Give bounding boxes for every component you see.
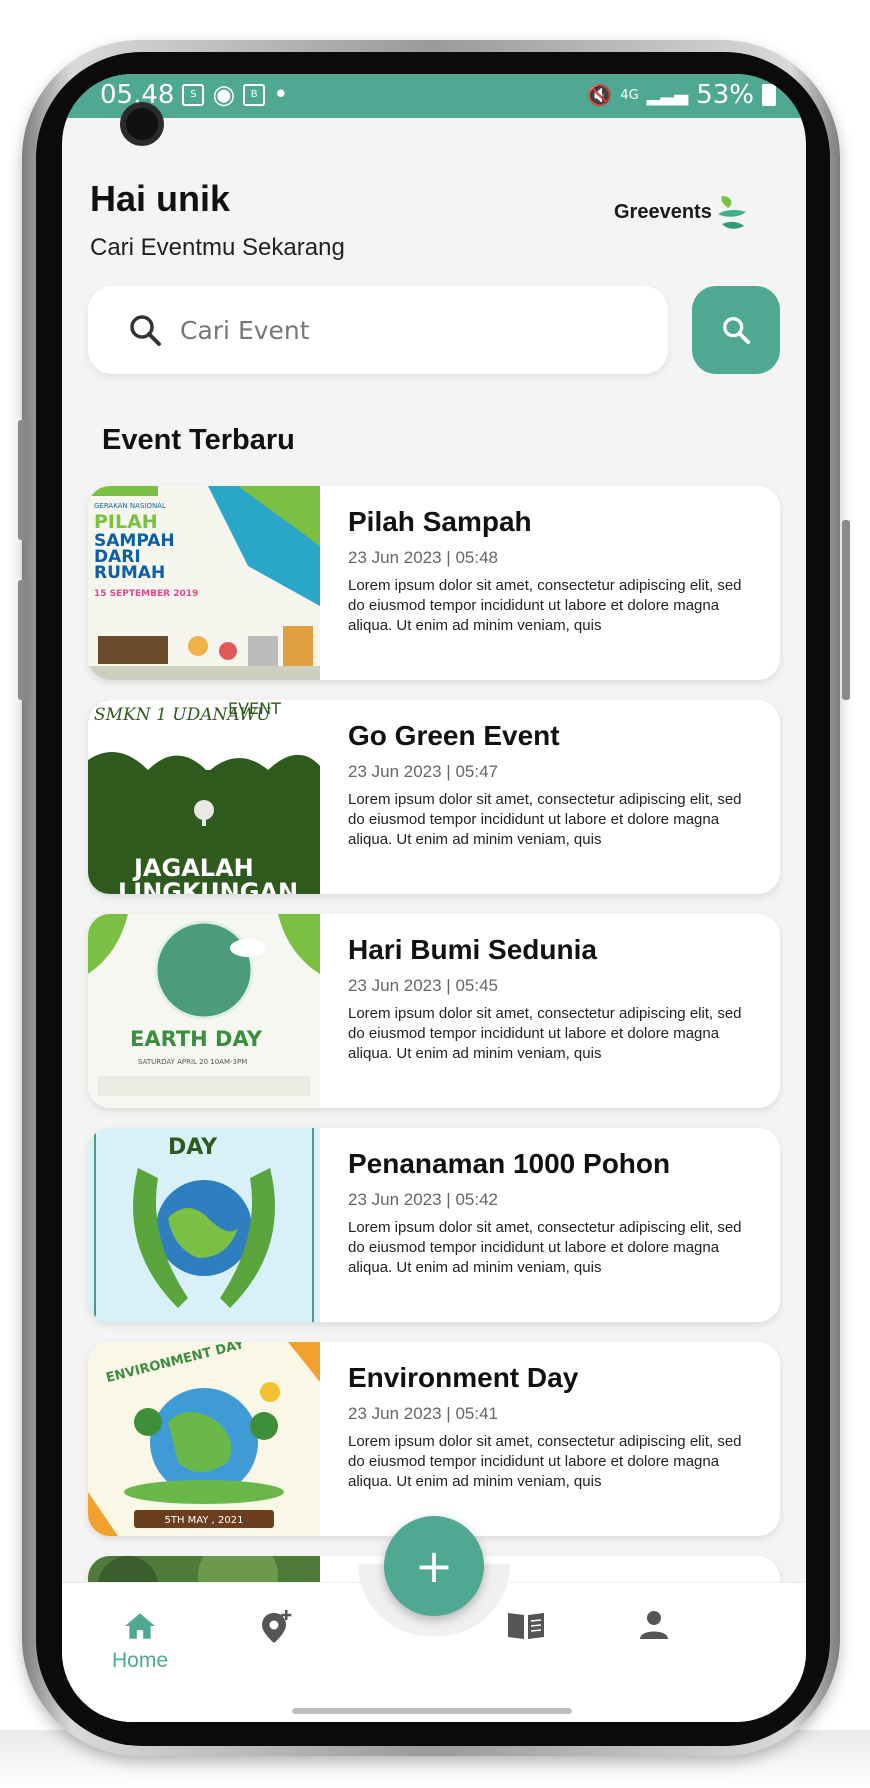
nav-add-location[interactable] bbox=[258, 1609, 294, 1645]
event-date: 23 Jun 2023 | 05:47 bbox=[348, 762, 498, 781]
event-description: Lorem ipsum dolor sit amet, consectetur … bbox=[348, 577, 742, 634]
event-card[interactable]: SMKN 1 UDANAWU EVENT JAGALAH LINGKUNGAN … bbox=[88, 700, 780, 894]
event-description: Lorem ipsum dolor sit amet, consectetur … bbox=[348, 1219, 742, 1276]
battery-icon bbox=[762, 84, 776, 106]
thumb-text: DAY bbox=[168, 1135, 218, 1160]
event-thumbnail: DAY bbox=[88, 1128, 320, 1322]
incognito-icon: ◉ bbox=[212, 80, 236, 110]
mute-icon: 🔇 bbox=[587, 83, 613, 107]
front-camera bbox=[120, 102, 164, 146]
thumb-text: EVENT bbox=[228, 700, 281, 718]
event-thumbnail: ENVIRONMENT DAY 5TH MAY , 2021 bbox=[88, 1342, 320, 1536]
event-card[interactable]: DAY Penanaman 1000 Pohon 23 Jun 2023 | 0… bbox=[88, 1128, 780, 1322]
thumb-text: PILAH bbox=[94, 511, 158, 533]
leaf-icon bbox=[717, 196, 746, 229]
thumb-text: RUMAH bbox=[94, 563, 165, 583]
search-button[interactable] bbox=[692, 286, 780, 374]
event-date: 23 Jun 2023 | 05:42 bbox=[348, 1190, 498, 1209]
thumb-text: 15 SEPTEMBER 2019 bbox=[94, 589, 198, 599]
thumb-text: GERAKAN NASIONAL bbox=[94, 502, 166, 510]
event-thumbnail: GERAKAN NASIONAL PILAH SAMPAH DARI RUMAH… bbox=[88, 486, 320, 680]
nav-profile[interactable] bbox=[638, 1609, 670, 1641]
event-title: Hari Bumi Sedunia bbox=[348, 934, 597, 965]
event-thumbnail: SMKN 1 UDANAWU EVENT JAGALAH LINGKUNGAN bbox=[88, 700, 320, 894]
page-subtitle: Cari Eventmu Sekarang bbox=[90, 234, 345, 261]
app-screen: 05.48 S ◉ B • 🔇 4G ▂▃▄ 53% Hai unik Cari… bbox=[62, 74, 806, 1722]
logo-text: Greevents bbox=[614, 200, 712, 223]
book-icon bbox=[508, 1613, 544, 1639]
thumb-text: SATURDAY APRIL 20 10AM-3PM bbox=[138, 1058, 247, 1066]
phone-side-button bbox=[18, 580, 26, 700]
add-event-button[interactable]: + bbox=[384, 1516, 484, 1616]
event-title: Go Green Event bbox=[348, 720, 560, 751]
thumb-text: LINGKUNGAN bbox=[118, 878, 298, 894]
plus-icon: + bbox=[414, 1539, 454, 1593]
page-title: Hai unik bbox=[90, 178, 231, 219]
status-bar: 05.48 S ◉ B • 🔇 4G ▂▃▄ 53% bbox=[62, 74, 806, 118]
battery-level: 53% bbox=[696, 80, 754, 110]
event-title: Environment Day bbox=[348, 1362, 579, 1393]
network-type: 4G bbox=[620, 87, 639, 103]
search-icon bbox=[723, 317, 751, 345]
phone-power-button bbox=[842, 520, 850, 700]
home-indicator[interactable] bbox=[292, 1708, 572, 1714]
event-date: 23 Jun 2023 | 05:45 bbox=[348, 976, 498, 995]
search-bar[interactable] bbox=[88, 286, 668, 374]
thumb-text: EARTH DAY bbox=[130, 1027, 263, 1051]
event-date: 23 Jun 2023 | 05:41 bbox=[348, 1404, 498, 1423]
nav-articles[interactable] bbox=[506, 1609, 546, 1641]
event-card[interactable]: EARTH DAY SATURDAY APRIL 20 10AM-3PM Har… bbox=[88, 914, 780, 1108]
dot-icon: • bbox=[273, 80, 289, 110]
event-thumbnail: EARTH DAY SATURDAY APRIL 20 10AM-3PM bbox=[88, 914, 320, 1108]
event-description: Lorem ipsum dolor sit amet, consectetur … bbox=[348, 1433, 742, 1490]
phone-side-button bbox=[18, 420, 26, 540]
add-location-icon bbox=[262, 1610, 292, 1643]
person-icon bbox=[640, 1611, 668, 1639]
event-card[interactable]: ENVIRONMENT DAY 5TH MAY , 2021 Environme… bbox=[88, 1342, 780, 1536]
app-logo: Greevents bbox=[614, 192, 748, 232]
nav-home-label: Home bbox=[112, 1649, 169, 1672]
thumb-text: 5TH MAY , 2021 bbox=[165, 1515, 244, 1526]
app-notification-icon: B bbox=[243, 84, 266, 106]
shopping-bag-icon: S bbox=[182, 84, 205, 106]
search-input[interactable] bbox=[180, 315, 600, 345]
event-title: Pilah Sampah bbox=[348, 506, 532, 537]
event-card[interactable]: GERAKAN NASIONAL PILAH SAMPAH DARI RUMAH… bbox=[88, 486, 780, 680]
event-title: Penanaman 1000 Pohon bbox=[348, 1148, 671, 1179]
search-icon bbox=[130, 315, 161, 346]
nav-home[interactable]: Home bbox=[112, 1609, 168, 1673]
event-description: Lorem ipsum dolor sit amet, consectetur … bbox=[348, 1005, 742, 1062]
event-description: Lorem ipsum dolor sit amet, consectetur … bbox=[348, 791, 742, 848]
section-title: Event Terbaru bbox=[102, 424, 295, 456]
signal-icon: ▂▃▄ bbox=[646, 84, 689, 106]
home-icon bbox=[125, 1613, 155, 1639]
event-date: 23 Jun 2023 | 05:48 bbox=[348, 548, 498, 567]
